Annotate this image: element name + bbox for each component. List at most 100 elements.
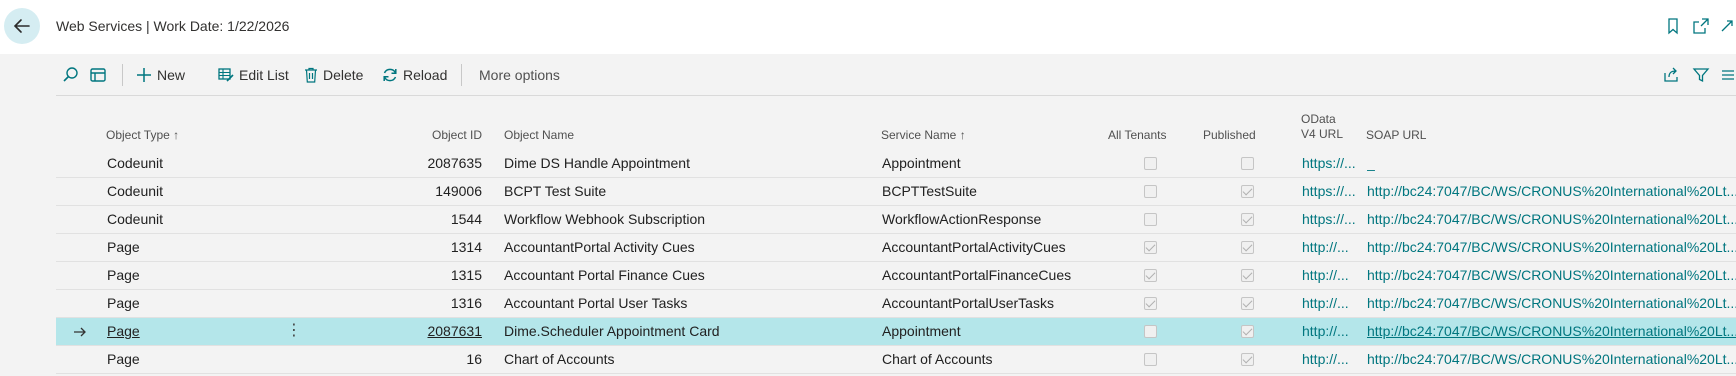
cell-object-id[interactable]: 16 xyxy=(386,346,482,373)
cell-object-type[interactable]: Codeunit xyxy=(107,206,277,233)
table-row[interactable]: Page 1316 Accountant Portal User Tasks Acco… xyxy=(56,290,1736,318)
cell-service-name[interactable]: Appointment xyxy=(882,318,1092,345)
table-row[interactable]: Codeunit 149006 BCPT Test Suite BCPTTestSui… xyxy=(56,178,1736,206)
soap-url-link[interactable]: http://bc24:7047/BC/WS/CRONUS%20Internat… xyxy=(1367,290,1736,317)
all-tenants-checkbox[interactable] xyxy=(1144,213,1157,226)
back-arrow-icon xyxy=(13,19,30,33)
cell-service-name[interactable]: BCPTTestSuite xyxy=(882,178,1092,205)
cell-object-id[interactable]: 2087635 xyxy=(386,150,482,177)
filter-pane-icon[interactable] xyxy=(89,66,107,84)
soap-url-link[interactable]: http://bc24:7047/BC/WS/CRONUS%20Internat… xyxy=(1367,234,1736,261)
cell-object-name[interactable]: Workflow Webhook Subscription xyxy=(504,206,854,233)
filter-icon[interactable] xyxy=(1692,66,1710,84)
cell-object-type[interactable]: Page xyxy=(107,262,277,289)
table-row[interactable]: ⋮ Page 2087631 Dime.Scheduler Appointment C… xyxy=(56,318,1736,346)
odata-url-link[interactable]: https://... xyxy=(1302,150,1360,177)
table-row[interactable]: Codeunit 1544 Workflow Webhook Subscriptio… xyxy=(56,206,1736,234)
odata-url-link[interactable]: http://... xyxy=(1302,234,1360,261)
published-checkbox[interactable] xyxy=(1241,185,1254,198)
published-checkbox[interactable] xyxy=(1241,325,1254,338)
published-checkbox[interactable] xyxy=(1241,157,1254,170)
cell-object-id[interactable]: 1314 xyxy=(386,234,482,261)
all-tenants-checkbox[interactable] xyxy=(1144,241,1157,254)
delete-button[interactable]: Delete xyxy=(304,62,363,88)
cell-object-name[interactable]: Chart of Accounts xyxy=(504,346,854,373)
all-tenants-checkbox[interactable] xyxy=(1144,269,1157,282)
cell-object-type[interactable]: Codeunit xyxy=(107,178,277,205)
cell-service-name[interactable]: Appointment xyxy=(882,150,1092,177)
cell-object-id[interactable]: 149006 xyxy=(386,178,482,205)
row-actions-ellipsis-icon[interactable]: ⋮ xyxy=(286,322,302,340)
odata-url-link[interactable]: http://... xyxy=(1302,318,1360,345)
col-odata-v4-url[interactable]: OData V4 URL xyxy=(1301,112,1343,142)
cell-object-id[interactable]: 1316 xyxy=(386,290,482,317)
cell-object-name[interactable]: Dime DS Handle Appointment xyxy=(504,150,854,177)
cell-service-name[interactable]: AccountantPortalUserTasks xyxy=(882,290,1092,317)
odata-url-link[interactable]: http://... xyxy=(1302,346,1360,373)
odata-url-link[interactable]: http://... xyxy=(1302,290,1360,317)
odata-url-link[interactable]: http://... xyxy=(1302,262,1360,289)
cell-object-name[interactable]: Dime.Scheduler Appointment Card xyxy=(504,318,854,345)
cell-object-type[interactable]: Codeunit xyxy=(107,150,277,177)
table-row[interactable]: Page 1315 Accountant Portal Finance Cues Ac… xyxy=(56,262,1736,290)
col-object-type-label: Object Type xyxy=(106,128,170,142)
cell-object-name[interactable]: Accountant Portal User Tasks xyxy=(504,290,854,317)
soap-url-link[interactable]: http://bc24:7047/BC/WS/CRONUS%20Internat… xyxy=(1367,318,1736,345)
col-service-name[interactable]: Service Name ↑ xyxy=(881,128,966,143)
published-checkbox[interactable] xyxy=(1241,213,1254,226)
new-button[interactable]: New xyxy=(136,62,185,88)
cell-service-name[interactable]: WorkflowActionResponse xyxy=(882,206,1092,233)
cell-object-id[interactable]: 1544 xyxy=(386,206,482,233)
col-object-type[interactable]: Object Type ↑ xyxy=(106,128,179,143)
expand-icon[interactable] xyxy=(1718,17,1736,35)
published-checkbox[interactable] xyxy=(1241,241,1254,254)
cell-object-id[interactable]: 1315 xyxy=(386,262,482,289)
cell-object-type[interactable]: Page xyxy=(107,318,277,345)
cell-object-name[interactable]: Accountant Portal Finance Cues xyxy=(504,262,854,289)
more-options-button[interactable]: More options xyxy=(479,62,560,88)
table-row[interactable]: Page 1314 AccountantPortal Activity Cues Ac… xyxy=(56,234,1736,262)
cell-object-name[interactable]: AccountantPortal Activity Cues xyxy=(504,234,854,261)
all-tenants-checkbox[interactable] xyxy=(1144,185,1157,198)
published-checkbox[interactable] xyxy=(1241,269,1254,282)
cell-service-name[interactable]: AccountantPortalFinanceCues xyxy=(882,262,1092,289)
col-object-name[interactable]: Object Name xyxy=(504,128,574,143)
edit-list-button[interactable]: Edit List xyxy=(218,62,289,88)
odata-url-link[interactable]: https://... xyxy=(1302,206,1360,233)
trash-icon xyxy=(305,67,317,83)
open-new-window-icon[interactable] xyxy=(1692,17,1710,35)
search-icon[interactable] xyxy=(62,66,80,84)
cell-service-name[interactable]: AccountantPortalActivityCues xyxy=(882,234,1092,261)
all-tenants-checkbox[interactable] xyxy=(1144,157,1157,170)
all-tenants-checkbox[interactable] xyxy=(1144,297,1157,310)
bookmark-icon[interactable] xyxy=(1664,17,1682,35)
col-all-tenants[interactable]: All Tenants xyxy=(1108,128,1166,143)
cell-object-type[interactable]: Page xyxy=(107,290,277,317)
soap-url-link[interactable]: http://bc24:7047/BC/WS/CRONUS%20Internat… xyxy=(1367,346,1736,373)
col-object-id[interactable]: Object ID xyxy=(386,128,482,143)
soap-url-link[interactable]: http://bc24:7047/BC/WS/CRONUS%20Internat… xyxy=(1367,178,1736,205)
soap-url-link[interactable]: http://bc24:7047/BC/WS/CRONUS%20Internat… xyxy=(1367,206,1736,233)
list-view-icon[interactable] xyxy=(1720,66,1734,84)
published-checkbox[interactable] xyxy=(1241,297,1254,310)
soap-url-link[interactable]: http://bc24:7047/BC/WS/CRONUS%20Internat… xyxy=(1367,262,1736,289)
table-row[interactable]: Codeunit 2087635 Dime DS Handle Appointmen… xyxy=(56,150,1736,178)
col-soap-url[interactable]: SOAP URL xyxy=(1366,128,1426,143)
published-checkbox[interactable] xyxy=(1241,353,1254,366)
col-published[interactable]: Published xyxy=(1203,128,1256,143)
page-title: Web Services | Work Date: 1/22/2026 xyxy=(56,18,290,34)
back-button[interactable] xyxy=(4,8,40,44)
share-icon[interactable] xyxy=(1662,66,1680,84)
reload-button[interactable]: Reload xyxy=(382,62,447,88)
all-tenants-checkbox[interactable] xyxy=(1144,325,1157,338)
soap-url-link[interactable]: _ xyxy=(1367,150,1736,177)
odata-url-link[interactable]: https://... xyxy=(1302,178,1360,205)
cell-object-id[interactable]: 2087631 xyxy=(386,318,482,345)
cell-object-name[interactable]: BCPT Test Suite xyxy=(504,178,854,205)
table-row[interactable]: Page 16 Chart of Accounts Chart of Accounts… xyxy=(56,346,1736,374)
cell-service-name[interactable]: Chart of Accounts xyxy=(882,346,1092,373)
cell-object-type[interactable]: Page xyxy=(107,346,277,373)
col-odata-line2: V4 URL xyxy=(1301,127,1344,141)
cell-object-type[interactable]: Page xyxy=(107,234,277,261)
all-tenants-checkbox[interactable] xyxy=(1144,353,1157,366)
